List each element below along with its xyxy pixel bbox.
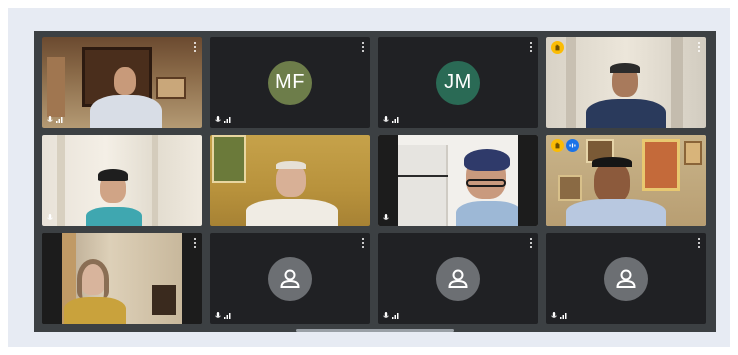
raised-hand-icon — [551, 139, 564, 152]
participant-tile-8[interactable] — [546, 135, 706, 226]
tile-status — [47, 214, 53, 222]
participant-tile-10[interactable] — [210, 233, 370, 324]
participant-initials: JM — [436, 60, 480, 105]
video-feed — [546, 37, 706, 128]
person-icon — [448, 269, 468, 288]
more-vert-icon[interactable] — [194, 42, 197, 52]
avatar — [604, 256, 648, 301]
mic-icon — [47, 116, 53, 122]
mic-icon — [383, 116, 389, 122]
more-vert-icon[interactable] — [698, 238, 701, 248]
tile-status — [383, 116, 399, 124]
signal-icon — [224, 313, 231, 319]
tile-status — [215, 312, 231, 320]
avatar — [436, 256, 480, 301]
participant-tile-3[interactable]: JM — [378, 37, 538, 128]
raised-hand-icon — [551, 41, 564, 54]
person-icon — [280, 269, 300, 288]
bottom-bar-handle[interactable] — [296, 329, 454, 332]
participant-tile-11[interactable] — [378, 233, 538, 324]
participant-tile-2[interactable]: MF — [210, 37, 370, 128]
mic-icon — [383, 312, 389, 318]
video-feed — [42, 135, 202, 226]
signal-icon — [392, 313, 399, 319]
more-vert-icon[interactable] — [530, 42, 533, 52]
participant-tile-7[interactable] — [378, 135, 538, 226]
participant-initials: MF — [268, 60, 312, 105]
tile-status — [383, 312, 399, 320]
signal-icon — [224, 117, 231, 123]
more-vert-icon[interactable] — [698, 42, 701, 52]
video-feed — [210, 135, 370, 226]
participant-tile-12[interactable] — [546, 233, 706, 324]
meeting-grid: MF JM — [34, 31, 716, 332]
more-vert-icon[interactable] — [194, 238, 197, 248]
tile-status — [551, 312, 567, 320]
more-vert-icon[interactable] — [530, 238, 533, 248]
avatar — [268, 256, 312, 301]
mic-icon — [215, 116, 221, 122]
participant-tile-6[interactable] — [210, 135, 370, 226]
participant-badge-icon — [566, 139, 579, 152]
video-feed — [378, 135, 538, 226]
signal-icon — [392, 117, 399, 123]
mic-icon — [551, 312, 557, 318]
video-feed — [42, 37, 202, 128]
participant-tile-4[interactable] — [546, 37, 706, 128]
mic-icon — [47, 214, 53, 220]
mic-icon — [383, 214, 389, 220]
more-vert-icon[interactable] — [362, 42, 365, 52]
tile-status — [47, 116, 63, 124]
participant-tile-5[interactable] — [42, 135, 202, 226]
participant-tile-1[interactable] — [42, 37, 202, 128]
person-icon — [616, 269, 636, 288]
more-vert-icon[interactable] — [362, 238, 365, 248]
video-feed — [42, 233, 202, 324]
tile-status — [383, 214, 389, 222]
participant-tile-9[interactable] — [42, 233, 202, 324]
tile-status — [215, 116, 231, 124]
mic-icon — [215, 312, 221, 318]
signal-icon — [56, 117, 63, 123]
signal-icon — [560, 313, 567, 319]
